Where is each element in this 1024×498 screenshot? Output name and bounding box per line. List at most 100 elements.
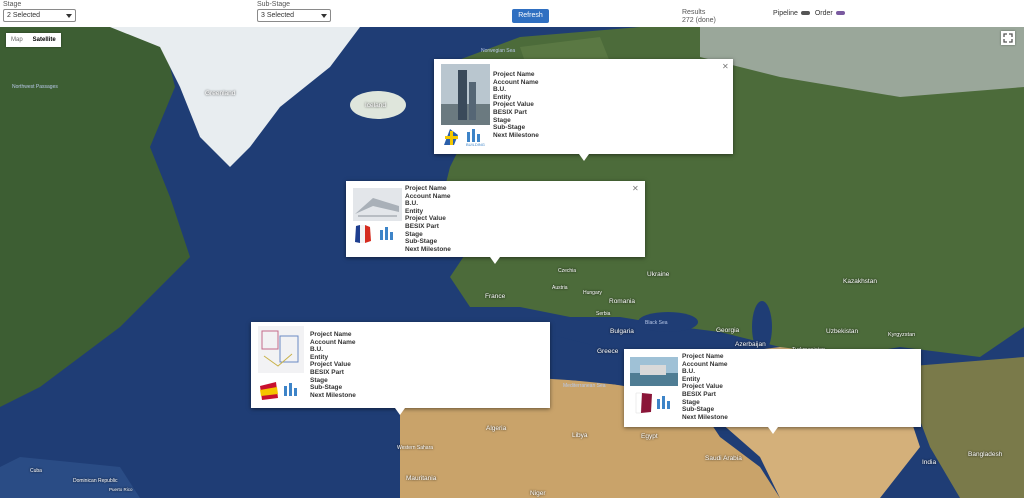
field-entity: Entity bbox=[682, 375, 701, 383]
map-type-satellite-button[interactable]: Satellite bbox=[28, 33, 61, 47]
results-label: Results bbox=[682, 9, 706, 16]
place-label: Libya bbox=[572, 432, 588, 439]
stage-select[interactable]: 2 Selected bbox=[3, 9, 76, 22]
field-besix-part: BESIX Part bbox=[493, 108, 527, 116]
order-marker-icon bbox=[835, 11, 845, 16]
project-infowindow: Project Name Account Name B.U. Entity Pr… bbox=[251, 322, 550, 415]
fullscreen-icon bbox=[1003, 33, 1013, 43]
place-label: Mauritania bbox=[406, 475, 437, 482]
field-stage: Stage bbox=[493, 116, 511, 124]
place-label: Western Sahara bbox=[397, 445, 434, 451]
map-type-control: Map Satellite bbox=[6, 33, 61, 47]
infowindow-pointer bbox=[490, 257, 500, 264]
project-photo bbox=[353, 188, 402, 221]
field-project-value: Project Value bbox=[405, 215, 446, 223]
place-label: France bbox=[485, 293, 506, 300]
field-sub-stage: Sub-Stage bbox=[405, 238, 438, 246]
field-stage: Stage bbox=[405, 230, 423, 238]
place-label: Romania bbox=[609, 298, 636, 305]
project-photo bbox=[258, 326, 304, 373]
place-label: India bbox=[922, 459, 937, 466]
place-label: Algeria bbox=[486, 425, 507, 432]
field-besix-part: BESIX Part bbox=[405, 222, 439, 230]
field-bu: B.U. bbox=[310, 346, 323, 354]
field-next-milestone: Next Milestone bbox=[310, 391, 356, 399]
field-project-value: Project Value bbox=[493, 101, 534, 109]
place-label: Uzbekistan bbox=[826, 328, 859, 335]
info-fields: Project Name Account Name B.U. Entity Pr… bbox=[405, 185, 451, 253]
field-entity: Entity bbox=[310, 353, 329, 361]
field-sub-stage: Sub-Stage bbox=[493, 124, 526, 132]
fullscreen-button[interactable] bbox=[1001, 31, 1015, 45]
field-account-name: Account Name bbox=[405, 192, 451, 200]
field-account-name: Account Name bbox=[310, 338, 356, 346]
field-next-milestone: Next Milestone bbox=[682, 413, 728, 421]
substage-label: Sub-Stage bbox=[257, 1, 291, 8]
field-entity: Entity bbox=[493, 93, 512, 101]
results-count: 272 (done) bbox=[682, 17, 716, 24]
infowindow-pointer bbox=[579, 154, 589, 161]
place-label: Serbia bbox=[596, 311, 611, 317]
field-next-milestone: Next Milestone bbox=[493, 131, 539, 139]
building-logo-icon bbox=[378, 225, 398, 245]
place-label: Ukraine bbox=[647, 271, 670, 278]
place-label: Egypt bbox=[641, 433, 658, 440]
sea-label: Norwegian Sea bbox=[481, 48, 516, 54]
legend: Pipeline Order bbox=[773, 10, 848, 17]
field-project-name: Project Name bbox=[493, 71, 535, 78]
place-label: Saudi Arabia bbox=[705, 455, 742, 462]
field-sub-stage: Sub-Stage bbox=[310, 384, 343, 392]
map-type-map-button[interactable]: Map bbox=[6, 33, 28, 47]
field-besix-part: BESIX Part bbox=[682, 390, 716, 398]
info-fields: Project Name Account Name B.U. Entity Pr… bbox=[682, 353, 728, 421]
project-photo bbox=[441, 64, 490, 125]
place-label: Georgia bbox=[716, 327, 740, 334]
field-stage: Stage bbox=[310, 376, 328, 384]
substage-select[interactable]: 3 Selected bbox=[257, 9, 331, 22]
france-flag-icon bbox=[355, 225, 371, 243]
infowindow-pointer bbox=[395, 408, 405, 415]
field-account-name: Account Name bbox=[682, 360, 728, 368]
legend-order-label: Order bbox=[814, 10, 833, 17]
spain-flag-icon bbox=[260, 382, 278, 400]
place-label: Hungary bbox=[583, 290, 602, 296]
project-infowindow: ✕ Project Name Account Name B.U. Entity … bbox=[346, 181, 645, 264]
place-label: Bangladesh bbox=[968, 451, 1003, 458]
sea-label: Mediterranean Sea bbox=[563, 383, 606, 389]
place-label: Greece bbox=[597, 348, 619, 355]
place-label: Dominican Republic bbox=[73, 478, 118, 484]
place-label: Greenland bbox=[205, 90, 236, 97]
field-sub-stage: Sub-Stage bbox=[682, 406, 715, 414]
sweden-flag-icon bbox=[444, 129, 458, 145]
place-label: Cuba bbox=[30, 468, 42, 474]
field-account-name: Account Name bbox=[493, 78, 539, 86]
field-bu: B.U. bbox=[493, 86, 506, 94]
field-bu: B.U. bbox=[405, 200, 418, 208]
substage-select-value: 3 Selected bbox=[261, 12, 295, 19]
field-next-milestone: Next Milestone bbox=[405, 245, 451, 253]
refresh-button[interactable]: Refresh bbox=[512, 9, 549, 23]
legend-pipeline-label: Pipeline bbox=[773, 10, 798, 17]
place-label: Azerbaijan bbox=[735, 341, 766, 348]
toolbar: Stage 2 Selected Sub-Stage 3 Selected Re… bbox=[0, 0, 1024, 27]
place-label: Puerto Rico bbox=[109, 487, 133, 492]
field-project-value: Project Value bbox=[682, 383, 723, 391]
info-fields: Project Name Account Name B.U. Entity Pr… bbox=[310, 331, 356, 399]
field-stage: Stage bbox=[682, 398, 700, 406]
building-logo-icon bbox=[655, 394, 675, 414]
close-icon[interactable]: ✕ bbox=[632, 184, 639, 193]
chevron-down-icon bbox=[321, 14, 327, 18]
field-project-name: Project Name bbox=[682, 353, 724, 360]
field-besix-part: BESIX Part bbox=[310, 368, 344, 376]
place-label: Niger bbox=[530, 490, 546, 497]
logo-text: BUILDING bbox=[466, 142, 485, 147]
infowindow-pointer bbox=[768, 427, 778, 434]
qatar-flag-icon bbox=[635, 392, 652, 414]
place-label: Kyrgyzstan bbox=[888, 332, 916, 338]
building-logo-icon bbox=[282, 381, 302, 401]
stage-label: Stage bbox=[3, 1, 22, 8]
field-project-name: Project Name bbox=[310, 331, 352, 338]
place-label: Austria bbox=[552, 285, 568, 291]
close-icon[interactable]: ✕ bbox=[722, 62, 729, 71]
field-project-name: Project Name bbox=[405, 185, 447, 192]
